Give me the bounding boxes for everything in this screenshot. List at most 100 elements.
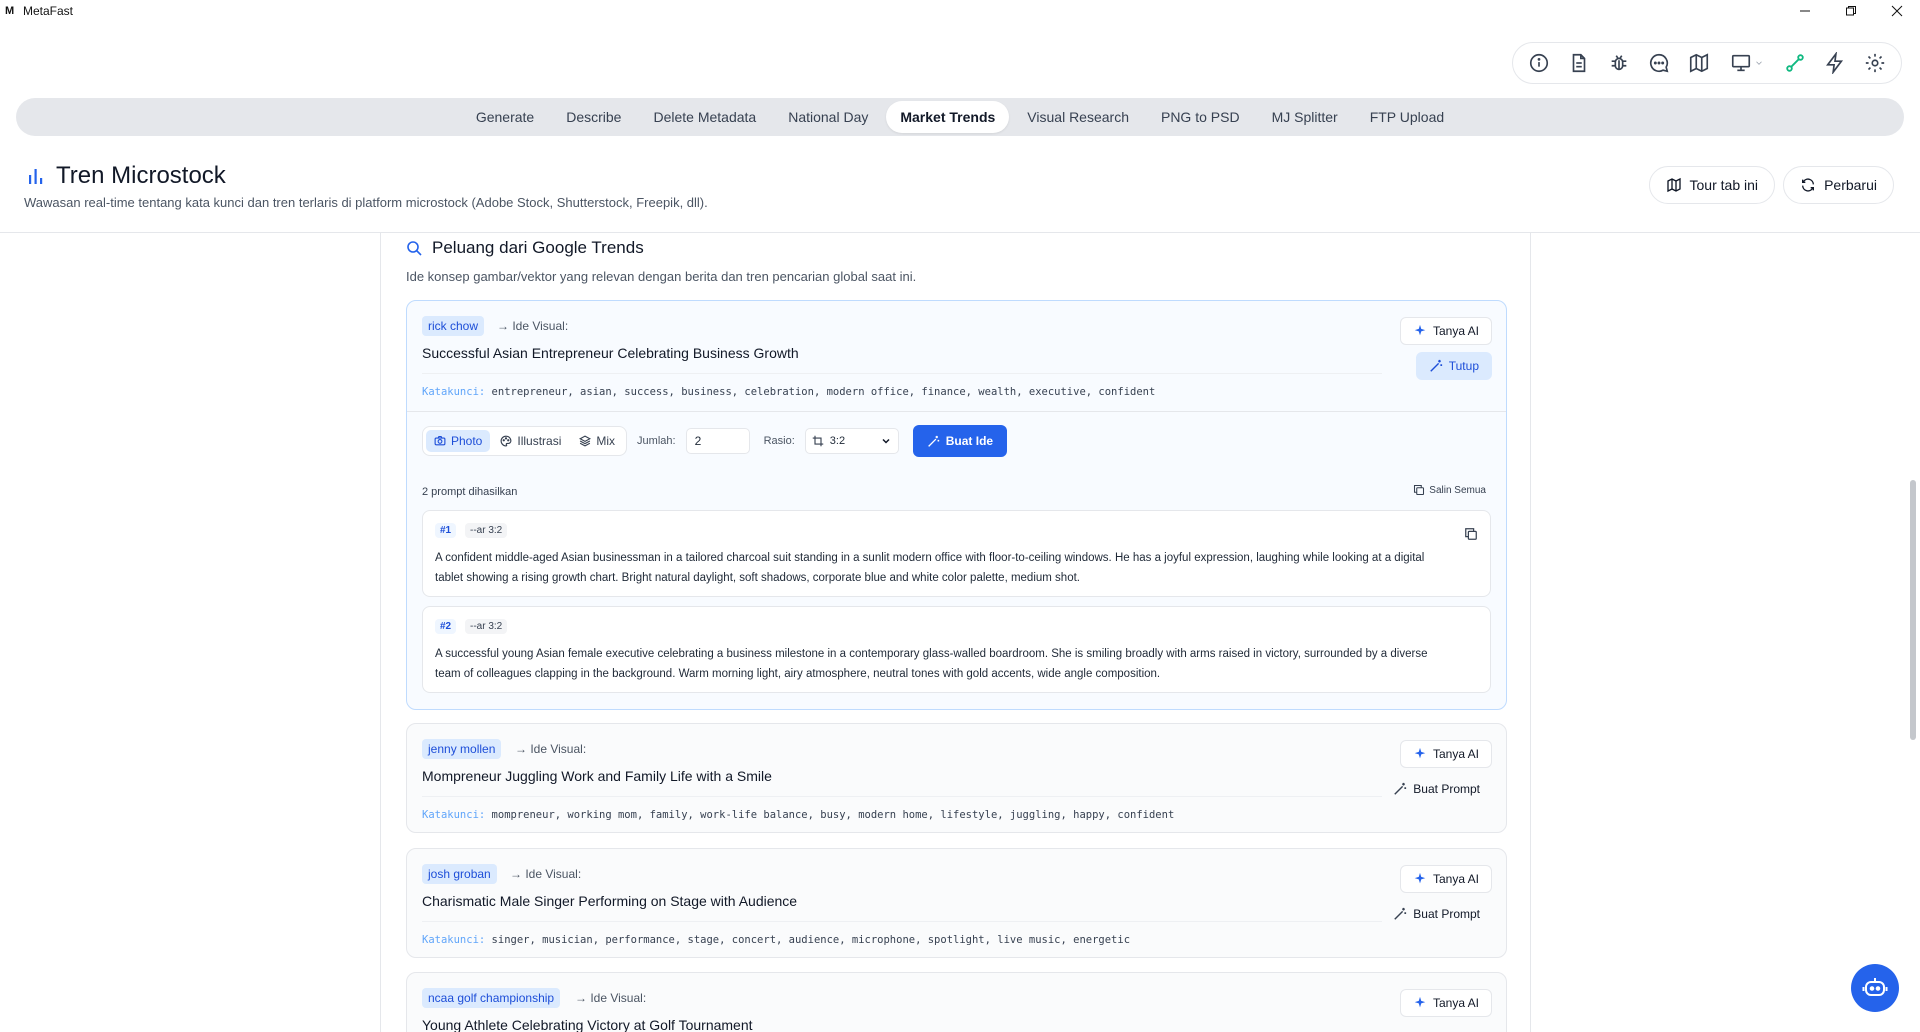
trend-card: josh groban → Ide Visual: Charismatic Ma… bbox=[406, 848, 1507, 958]
chevron-down-icon bbox=[882, 438, 890, 444]
keywords: Katakunci: mompreneur, working mom, fami… bbox=[422, 809, 1175, 821]
page-subtitle: Wawasan real-time tentang kata kunci dan… bbox=[24, 195, 708, 210]
link-icon[interactable] bbox=[1775, 43, 1815, 83]
trend-tag: josh groban bbox=[422, 864, 497, 884]
generate-idea-button[interactable]: Buat Ide bbox=[912, 425, 1008, 457]
mode-photo[interactable]: Photo bbox=[426, 430, 491, 452]
title-bar: M MetaFast bbox=[0, 0, 1920, 22]
window-controls bbox=[1782, 0, 1920, 22]
refresh-icon bbox=[1802, 178, 1815, 192]
monitor-icon[interactable] bbox=[1719, 43, 1775, 83]
restore-icon[interactable] bbox=[1828, 0, 1874, 22]
lightning-icon[interactable] bbox=[1815, 43, 1855, 83]
camera-icon bbox=[434, 435, 446, 446]
chart-bars-icon bbox=[29, 169, 43, 184]
sparkle-icon bbox=[1414, 324, 1426, 336]
ratio-label: Rasio: bbox=[763, 435, 795, 447]
page-title: Tren Microstock bbox=[56, 162, 226, 189]
prompt-number: #1 bbox=[435, 523, 457, 538]
trend-tag: ncaa golf championship bbox=[422, 988, 561, 1008]
tour-button[interactable]: Tour tab ini bbox=[1648, 166, 1775, 204]
close-button[interactable]: Tutup bbox=[1415, 352, 1492, 380]
ask-ai-button[interactable]: Tanya AI bbox=[1399, 740, 1492, 768]
scrollbar[interactable] bbox=[1910, 480, 1916, 740]
tab-market-trends[interactable]: Market Trends bbox=[886, 101, 1010, 133]
trend-title: Mompreneur Juggling Work and Family Life… bbox=[422, 768, 772, 784]
keywords: Katakunci: entrepreneur, asian, success,… bbox=[422, 386, 1156, 398]
tab-nav: Generate Describe Delete Metadata Nation… bbox=[16, 98, 1904, 136]
app-logo: M bbox=[5, 5, 15, 17]
ratio-select[interactable]: 3:2 bbox=[804, 428, 899, 454]
mode-selector: Photo Illustrasi Mix bbox=[422, 426, 628, 456]
tab-describe[interactable]: Describe bbox=[552, 101, 635, 133]
refresh-button[interactable]: Perbarui bbox=[1783, 166, 1894, 204]
trend-tag: jenny mollen bbox=[422, 739, 502, 759]
prompt-ratio: --ar 3:2 bbox=[465, 619, 508, 634]
keywords: Katakunci: singer, musician, performance… bbox=[422, 934, 1131, 946]
prompt-number: #2 bbox=[435, 619, 457, 634]
bug-icon[interactable] bbox=[1599, 43, 1639, 83]
magic-wand-icon bbox=[1430, 359, 1442, 372]
tab-visual-research[interactable]: Visual Research bbox=[1013, 101, 1143, 133]
search-icon bbox=[407, 241, 422, 256]
ide-visual-label: → Ide Visual: bbox=[515, 742, 587, 756]
tab-generate[interactable]: Generate bbox=[462, 101, 548, 133]
prompt-ratio: --ar 3:2 bbox=[465, 523, 508, 538]
minimize-icon[interactable] bbox=[1782, 0, 1828, 22]
palette-icon bbox=[500, 435, 512, 447]
gear-icon[interactable] bbox=[1855, 43, 1895, 83]
trend-card: rick chow → Ide Visual: Successful Asian… bbox=[406, 300, 1507, 710]
main-panel: Peluang dari Google Trends Ide konsep ga… bbox=[380, 233, 1531, 1032]
app-title: MetaFast bbox=[23, 4, 74, 18]
amount-label: Jumlah: bbox=[637, 435, 676, 447]
magic-wand-icon bbox=[1394, 907, 1407, 920]
chat-icon[interactable] bbox=[1639, 43, 1679, 83]
sparkle-icon bbox=[1414, 872, 1426, 884]
info-icon[interactable] bbox=[1519, 43, 1559, 83]
mode-mix[interactable]: Mix bbox=[571, 430, 623, 452]
trend-title: Young Athlete Celebrating Victory at Gol… bbox=[422, 1017, 753, 1032]
chat-assistant-button[interactable] bbox=[1851, 964, 1899, 1012]
prompt-text[interactable]: A successful young Asian female executiv… bbox=[435, 644, 1455, 684]
page-header: Tren Microstock Wawasan real-time tentan… bbox=[0, 150, 1920, 233]
tab-national-day[interactable]: National Day bbox=[774, 101, 882, 133]
copy-icon[interactable] bbox=[1464, 527, 1478, 541]
close-icon[interactable] bbox=[1874, 0, 1920, 22]
section-subtitle: Ide konsep gambar/vektor yang relevan de… bbox=[406, 269, 917, 284]
sparkle-icon bbox=[1414, 996, 1426, 1008]
refresh-label: Perbarui bbox=[1824, 177, 1877, 193]
magic-wand-icon bbox=[927, 435, 939, 447]
trend-title: Charismatic Male Singer Performing on St… bbox=[422, 893, 798, 909]
tab-delete-metadata[interactable]: Delete Metadata bbox=[639, 101, 770, 133]
prompt-text[interactable]: A confident middle-aged Asian businessma… bbox=[435, 548, 1455, 588]
generate-controls: Photo Illustrasi Mix Jumlah: 2 Rasio: 3:… bbox=[422, 425, 1008, 457]
map-icon[interactable] bbox=[1679, 43, 1719, 83]
prompt-card: #1 --ar 3:2 A confident middle-aged Asia… bbox=[422, 510, 1491, 597]
amount-input[interactable]: 2 bbox=[685, 428, 750, 454]
make-prompt-button[interactable]: Buat Prompt bbox=[1381, 775, 1492, 803]
ask-ai-button[interactable]: Tanya AI bbox=[1399, 989, 1492, 1017]
sparkle-icon bbox=[1414, 747, 1426, 759]
ide-visual-label: → Ide Visual: bbox=[575, 991, 647, 1005]
trend-card: jenny mollen → Ide Visual: Mompreneur Ju… bbox=[406, 723, 1507, 833]
generated-count: 2 prompt dihasilkan bbox=[422, 486, 518, 498]
ask-ai-button[interactable]: Tanya AI bbox=[1399, 865, 1492, 893]
ide-visual-label: → Ide Visual: bbox=[510, 867, 582, 881]
copy-all-button[interactable]: Salin Semua bbox=[1413, 484, 1486, 496]
crop-icon bbox=[812, 435, 824, 447]
document-icon[interactable] bbox=[1559, 43, 1599, 83]
tab-mj-splitter[interactable]: MJ Splitter bbox=[1258, 101, 1352, 133]
prompt-card: #2 --ar 3:2 A successful young Asian fem… bbox=[422, 606, 1491, 693]
mode-illustration[interactable]: Illustrasi bbox=[492, 430, 569, 452]
ask-ai-button[interactable]: Tanya AI bbox=[1399, 317, 1492, 345]
make-prompt-button[interactable]: Buat Prompt bbox=[1381, 900, 1492, 928]
copy-icon bbox=[1414, 484, 1425, 496]
bot-icon bbox=[1862, 978, 1888, 996]
tab-ftp-upload[interactable]: FTP Upload bbox=[1356, 101, 1458, 133]
tab-png-to-psd[interactable]: PNG to PSD bbox=[1147, 101, 1254, 133]
tour-label: Tour tab ini bbox=[1689, 177, 1758, 193]
layers-icon bbox=[579, 435, 592, 447]
map-icon bbox=[1666, 177, 1681, 193]
section-title: Peluang dari Google Trends bbox=[432, 238, 644, 257]
trend-title: Successful Asian Entrepreneur Celebratin… bbox=[422, 345, 799, 361]
